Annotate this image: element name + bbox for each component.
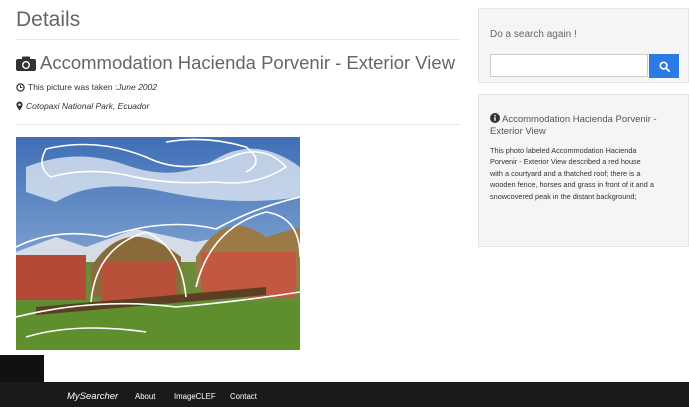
map-marker-icon: [16, 101, 23, 111]
info-description: This photo labeled Accommodation Haciend…: [490, 146, 654, 201]
location-text: Cotopaxi National Park, Ecuador: [26, 101, 150, 111]
taken-label: This picture was taken :: [28, 82, 118, 92]
search-icon: [658, 60, 670, 72]
search-input[interactable]: [490, 54, 648, 77]
search-label: Do a search again !: [490, 29, 577, 40]
footer-navbar: MySearcher About ImageCLEF Contact: [0, 382, 689, 407]
info-panel: Accommodation Hacienda Porvenir - Exteri…: [478, 94, 689, 247]
page-title: Details: [16, 8, 81, 31]
nav-link-imageclef[interactable]: ImageCLEF: [174, 392, 216, 401]
location-row: Cotopaxi National Park, Ecuador: [16, 101, 149, 111]
info-circle-icon: [490, 113, 500, 123]
photo-title: Accommodation Hacienda Porvenir - Exteri…: [16, 52, 455, 74]
nav-link-contact[interactable]: Contact: [230, 392, 257, 401]
camera-icon: [16, 56, 36, 71]
clock-icon: [16, 82, 25, 92]
info-title-text: Accommodation Hacienda Porvenir - Exteri…: [490, 114, 657, 137]
divider: [16, 39, 460, 40]
info-title: Accommodation Hacienda Porvenir - Exteri…: [490, 113, 682, 137]
search-button[interactable]: [649, 54, 679, 78]
taken-date-row: This picture was taken : June 2002: [16, 82, 157, 92]
photo-title-text: Accommodation Hacienda Porvenir - Exteri…: [40, 52, 456, 73]
search-panel: Do a search again !: [478, 8, 689, 83]
divider: [16, 124, 460, 125]
brand-link[interactable]: MySearcher: [67, 391, 118, 402]
photo-image: [16, 137, 300, 350]
taken-date: June 2002: [117, 82, 157, 92]
nav-link-about[interactable]: About: [135, 392, 155, 401]
footer-tab: [0, 355, 44, 382]
